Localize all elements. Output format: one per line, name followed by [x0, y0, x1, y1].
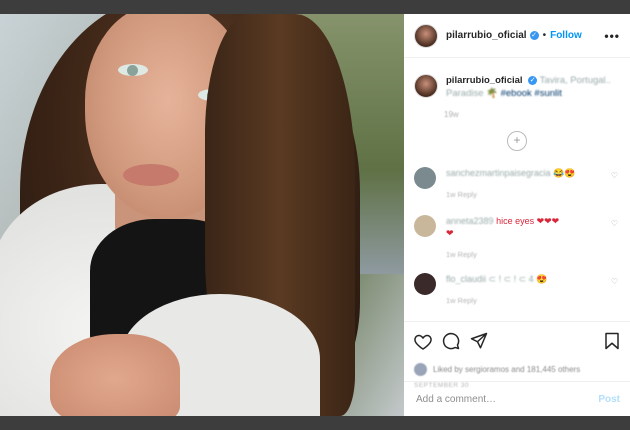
follow-button[interactable]: Follow: [550, 30, 582, 41]
caption-hashtags[interactable]: #ebook #sunlit: [501, 88, 562, 99]
add-comment-bar: Post: [404, 381, 630, 417]
comment-body: flo_claudii ⊂ ! ⊂ ! ⊂ 4 😍 1w Reply: [446, 273, 547, 307]
viewer-frame: pilarrubio_oficial ✓ • Follow ••• pilarr…: [0, 0, 630, 430]
instagram-post: pilarrubio_oficial ✓ • Follow ••• pilarr…: [0, 14, 630, 416]
comment-username[interactable]: flo_claudii: [446, 274, 486, 284]
caption-body: Tavira, Portugal..: [539, 75, 611, 86]
caption-time: 19w: [444, 110, 459, 119]
comment-username[interactable]: anneta2389: [446, 216, 494, 226]
add-comment-input[interactable]: [414, 393, 599, 406]
post-actions: Liked by sergioramos and 181,445 others …: [404, 321, 630, 417]
header-username[interactable]: pilarrubio_oficial: [446, 30, 527, 41]
comment-item: flo_claudii ⊂ ! ⊂ ! ⊂ 4 😍 1w Reply ♡: [404, 273, 630, 307]
post-caption: pilarrubio_oficial ✓ Tavira, Portugal.. …: [404, 58, 630, 100]
comment-body: sanchezmartinpaisegracia 😂😍 1w Reply: [446, 167, 576, 201]
photo-eye-left: [118, 64, 148, 76]
comment-text: 😂😍: [553, 168, 576, 178]
likes-row[interactable]: Liked by sergioramos and 181,445 others: [404, 355, 630, 376]
comments-section[interactable]: pilarrubio_oficial ✓ Tavira, Portugal.. …: [404, 58, 630, 321]
verified-badge-icon: ✓: [528, 75, 538, 85]
comment-meta[interactable]: 1w Reply: [446, 189, 576, 201]
bookmark-icon[interactable]: [604, 332, 620, 355]
comment-icon[interactable]: [442, 332, 460, 355]
comment-meta[interactable]: 1w Reply: [446, 295, 547, 307]
heart-icon[interactable]: [414, 333, 432, 355]
comment-text-2: ❤: [446, 228, 454, 238]
caption-text: pilarrubio_oficial ✓ Tavira, Portugal.. …: [446, 74, 611, 100]
caption-avatar[interactable]: [414, 74, 438, 98]
post-photo[interactable]: [0, 14, 404, 416]
verified-badge-icon: ✓: [529, 31, 539, 40]
comment-like-icon[interactable]: ♡: [611, 277, 618, 286]
comment-like-icon[interactable]: ♡: [611, 219, 618, 228]
comment-like-icon[interactable]: ♡: [611, 171, 618, 180]
comment-text: hice eyes ❤❤❤: [496, 216, 560, 226]
comment-avatar[interactable]: [414, 215, 436, 237]
liker-avatar: [414, 363, 427, 376]
post-sidebar: pilarrubio_oficial ✓ • Follow ••• pilarr…: [404, 14, 630, 416]
comment-meta[interactable]: 1w Reply: [446, 249, 559, 261]
comment-avatar[interactable]: [414, 273, 436, 295]
comment-item: sanchezmartinpaisegracia 😂😍 1w Reply ♡: [404, 167, 630, 201]
separator-dot: •: [542, 30, 547, 41]
comment-body: anneta2389 hice eyes ❤❤❤ ❤ 1w Reply: [446, 215, 559, 261]
photo-lips: [123, 164, 179, 186]
share-icon[interactable]: [470, 332, 488, 355]
caption-username[interactable]: pilarrubio_oficial: [446, 75, 523, 86]
avatar[interactable]: [414, 23, 438, 48]
comment-text: ⊂ ! ⊂ ! ⊂ 4: [488, 274, 534, 284]
caption-body-2: Paradise 🌴: [446, 88, 498, 99]
comment-item: anneta2389 hice eyes ❤❤❤ ❤ 1w Reply ♡: [404, 215, 630, 261]
action-icons: [404, 322, 630, 355]
comment-avatar[interactable]: [414, 167, 436, 189]
post-header: pilarrubio_oficial ✓ • Follow •••: [404, 14, 630, 58]
load-more-comments-icon[interactable]: +: [507, 131, 527, 151]
comment-username[interactable]: sanchezmartinpaisegracia: [446, 168, 551, 178]
comment-emoji: 😍: [536, 274, 548, 284]
likes-text: Liked by sergioramos and 181,445 others: [433, 365, 581, 374]
post-comment-button[interactable]: Post: [598, 394, 620, 405]
more-options-icon[interactable]: •••: [604, 29, 620, 43]
photo-hand: [50, 334, 180, 416]
